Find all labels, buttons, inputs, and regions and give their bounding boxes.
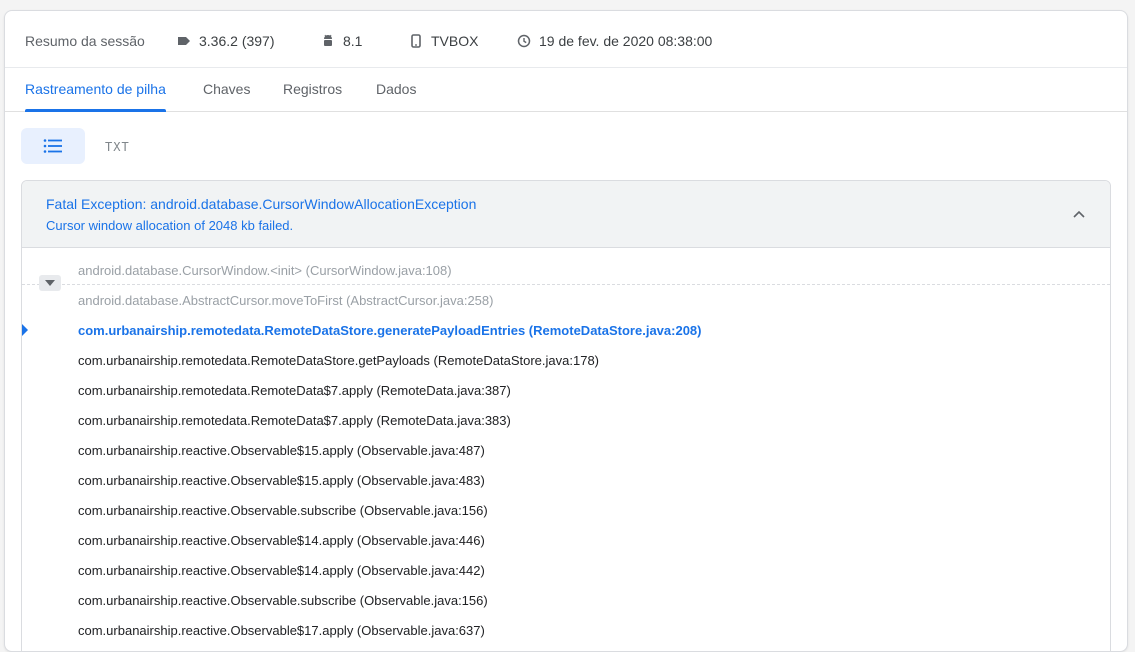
collapse-button[interactable] <box>1072 206 1086 224</box>
caret-down-icon <box>45 280 55 286</box>
device-info: TVBOX <box>409 33 478 49</box>
stack-frame[interactable]: com.urbanairship.reactive.Observable$14.… <box>78 533 485 548</box>
exception-header[interactable]: Fatal Exception: android.database.Cursor… <box>22 181 1110 248</box>
session-summary-bar: Resumo da sessão 3.36.2 (397) 8.1 TVBOX <box>5 11 1127 68</box>
app-version-label: 3.36.2 (397) <box>199 33 275 49</box>
stack-frame[interactable]: android.database.AbstractCursor.moveToFi… <box>78 293 493 308</box>
stack-frame[interactable]: com.urbanairship.reactive.Observable$17.… <box>78 623 485 638</box>
stack-frame[interactable]: com.urbanairship.reactive.Observable$15.… <box>78 443 485 458</box>
stack-frame[interactable]: com.urbanairship.reactive.Observable.sub… <box>78 593 488 608</box>
stack-frame[interactable]: android.database.CursorWindow.<init> (Cu… <box>78 263 452 278</box>
app-version: 3.36.2 (397) <box>177 33 275 49</box>
stack-frame-highlighted[interactable]: com.urbanairship.remotedata.RemoteDataSt… <box>78 323 701 338</box>
frame-divider <box>22 284 1110 285</box>
stack-frame[interactable]: com.urbanairship.remotedata.RemoteData$7… <box>78 383 511 398</box>
exception-message: Cursor window allocation of 2048 kb fail… <box>46 218 294 233</box>
tab-keys[interactable]: Chaves <box>203 67 250 111</box>
tab-bar: Rastreamento de pilha Chaves Registros D… <box>5 67 1127 112</box>
stack-frame[interactable]: com.urbanairship.reactive.Observable$15.… <box>78 473 485 488</box>
tag-icon <box>178 37 190 45</box>
stack-frame[interactable]: com.urbanairship.reactive.Observable.sub… <box>78 503 488 518</box>
list-icon <box>43 139 62 153</box>
clock-icon <box>517 34 531 48</box>
timestamp-label: 19 de fev. de 2020 08:38:00 <box>539 33 713 49</box>
exception-title: Fatal Exception: android.database.Cursor… <box>46 196 477 212</box>
os-version: 8.1 <box>321 33 362 49</box>
tab-logs[interactable]: Registros <box>283 67 342 111</box>
session-card: Resumo da sessão 3.36.2 (397) 8.1 TVBOX <box>4 10 1128 652</box>
stack-trace-panel: Fatal Exception: android.database.Cursor… <box>21 180 1111 651</box>
tab-stack-trace[interactable]: Rastreamento de pilha <box>25 67 166 112</box>
phone-icon <box>411 34 421 48</box>
device-label: TVBOX <box>431 33 479 49</box>
list-view-button[interactable] <box>21 128 85 164</box>
tab-data[interactable]: Dados <box>376 67 416 111</box>
stack-frame[interactable]: com.urbanairship.remotedata.RemoteDataSt… <box>78 353 599 368</box>
os-version-label: 8.1 <box>343 33 363 49</box>
stack-frame[interactable]: com.urbanairship.reactive.Observable$14.… <box>78 563 485 578</box>
txt-view-button[interactable]: TXT <box>105 140 130 154</box>
session-timestamp: 19 de fev. de 2020 08:38:00 <box>517 33 712 49</box>
highlight-marker-icon <box>22 324 28 336</box>
stack-frame[interactable]: com.urbanairship.remotedata.RemoteData$7… <box>78 413 511 428</box>
android-icon <box>324 34 332 46</box>
expand-frames-button[interactable] <box>39 275 61 291</box>
session-summary-title: Resumo da sessão <box>25 33 145 49</box>
chevron-up-icon <box>1073 210 1085 218</box>
